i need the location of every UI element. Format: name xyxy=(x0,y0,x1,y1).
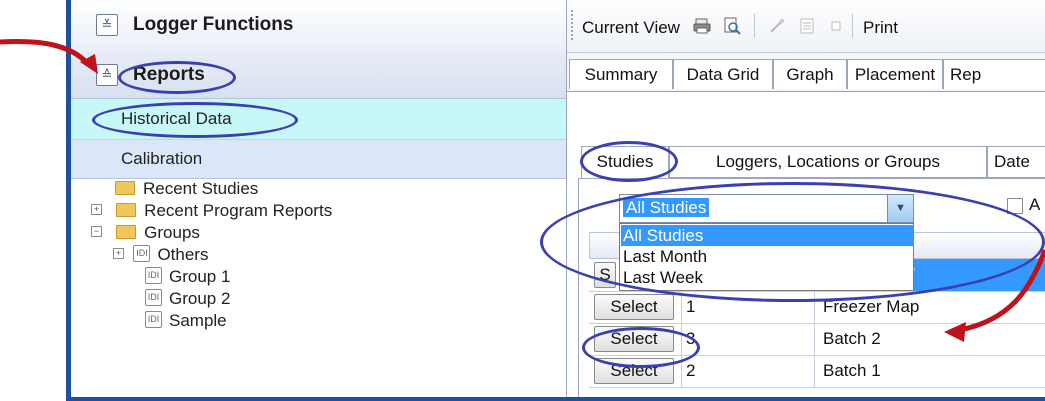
arrow-head-icon xyxy=(944,322,966,342)
red-arrow-grid xyxy=(959,249,1045,333)
annotation-arrows xyxy=(0,39,1045,342)
red-arrow-reports xyxy=(0,39,90,66)
